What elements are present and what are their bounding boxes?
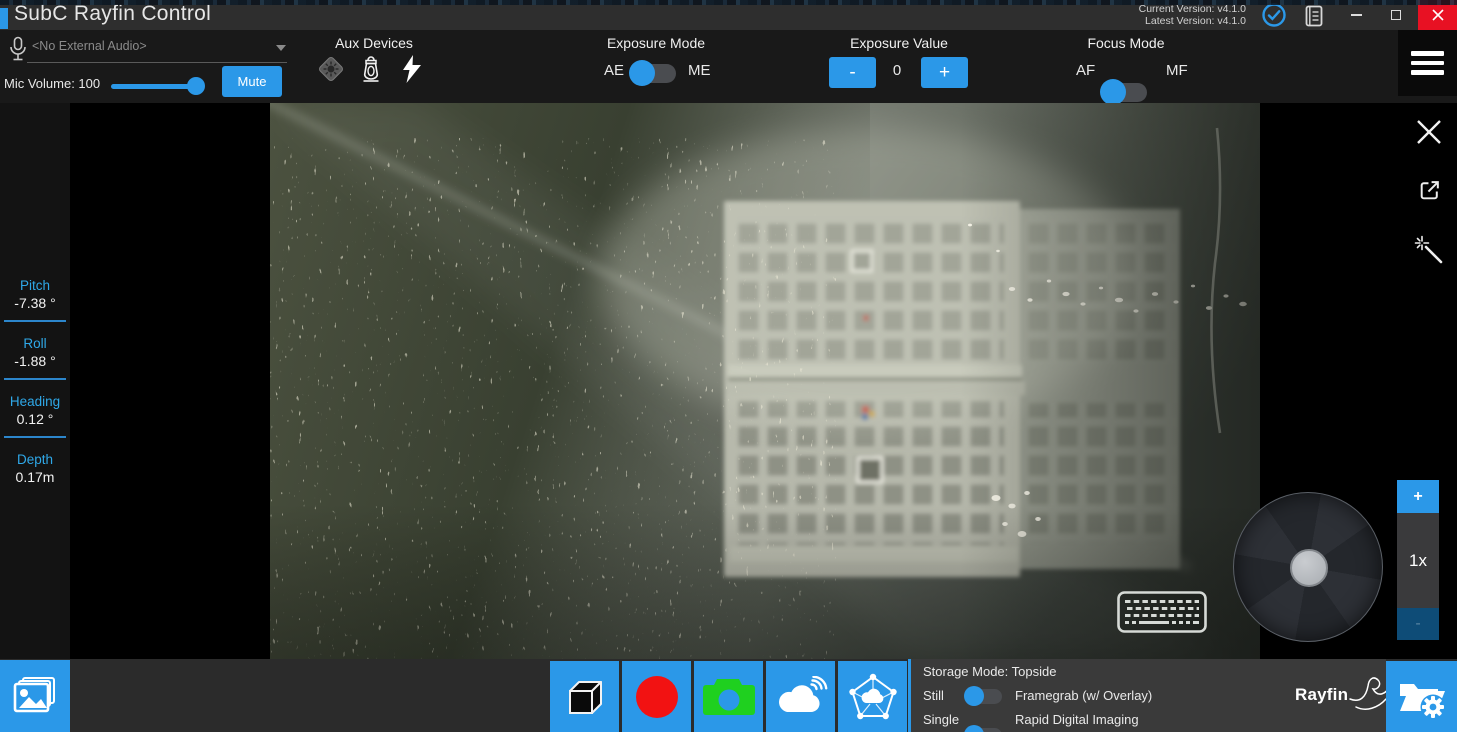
update-check-icon[interactable]	[1261, 2, 1287, 28]
exposure-increase-button[interactable]: +	[921, 57, 968, 88]
depth-label: Depth	[0, 452, 70, 467]
virtual-keyboard-button[interactable]	[1113, 588, 1210, 635]
chevron-down-icon[interactable]	[276, 45, 286, 51]
toolbar: <No External Audio> Mic Volume: 100 Mute…	[0, 30, 1457, 103]
capture-still-button[interactable]	[694, 661, 763, 732]
magic-wand-icon	[1414, 235, 1444, 265]
cloud-signal-icon	[774, 676, 828, 718]
gallery-icon	[12, 675, 58, 717]
hamburger-icon	[1411, 51, 1444, 56]
audio-source-dropdown[interactable]: <No External Audio>	[32, 39, 147, 53]
still-mode-option: Framegrab (w/ Overlay)	[1015, 688, 1152, 703]
focus-mode-toggle[interactable]	[1103, 83, 1147, 102]
toggle-thumb	[964, 686, 984, 706]
exposure-mode-left-option: AE	[604, 62, 624, 79]
close-icon	[1415, 118, 1443, 146]
brand-accent-bar	[0, 8, 8, 29]
storage-mode-label: Storage Mode: Topside	[923, 664, 1056, 679]
rayfin-logo-text: Rayfin	[1295, 685, 1348, 705]
camera-video-feed	[270, 103, 1260, 659]
zoom-in-button[interactable]: +	[1397, 480, 1439, 513]
cloud-stream-button[interactable]	[766, 661, 835, 732]
toggle-thumb	[1100, 79, 1126, 105]
close-icon	[1432, 9, 1444, 21]
record-icon	[636, 676, 678, 718]
latest-version: Latest Version: v4.1.0	[1130, 15, 1246, 27]
3d-model-button[interactable]	[550, 661, 619, 732]
storage-settings-panel: Storage Mode: Topside Still Framegrab (w…	[908, 659, 1386, 732]
media-gallery-button[interactable]	[0, 660, 70, 732]
app-title: SubC Rayfin Control	[14, 2, 211, 26]
folder-gear-icon	[1397, 674, 1447, 720]
divider	[4, 320, 66, 322]
popout-view-button[interactable]	[1412, 173, 1446, 207]
laser-icon[interactable]	[316, 54, 346, 84]
mic-volume-label: Mic Volume: 100	[4, 76, 100, 91]
exposure-value: 0	[884, 62, 910, 79]
strobe-icon[interactable]	[400, 54, 424, 84]
bottom-bar: Storage Mode: Topside Still Framegrab (w…	[0, 659, 1457, 732]
top-video-noise-strip	[0, 0, 1457, 5]
pitch-value: -7.38 °	[0, 295, 70, 311]
divider	[4, 378, 66, 380]
toggle-thumb	[964, 725, 984, 732]
exposure-value-label: Exposure Value	[839, 35, 959, 51]
still-mode-label: Still	[923, 688, 944, 703]
rayfin-control-window: SubC Rayfin Control Current Version: v4.…	[0, 0, 1457, 732]
focus-mode-label: Focus Mode	[1066, 35, 1186, 51]
camera-icon	[701, 676, 757, 718]
dropdown-underline	[27, 62, 287, 63]
zoom-out-button[interactable]: -	[1397, 608, 1439, 640]
aux-devices-label: Aux Devices	[318, 35, 430, 51]
exposure-mode-toggle[interactable]	[632, 64, 676, 83]
maximize-icon	[1391, 10, 1401, 20]
still-mode-toggle[interactable]	[966, 689, 1002, 704]
video-region: + 1x -	[70, 103, 1457, 659]
depth-value: 0.17m	[0, 469, 70, 485]
focus-mode-left-option: AF	[1076, 62, 1095, 79]
version-info: Current Version: v4.1.0 Latest Version: …	[1130, 3, 1246, 27]
single-mode-label: Single	[923, 712, 959, 727]
keyboard-icon	[1117, 591, 1207, 633]
release-notes-icon[interactable]	[1303, 4, 1325, 28]
focus-mode-right-option: MF	[1166, 62, 1188, 79]
zoom-level: 1x	[1397, 513, 1439, 608]
pentagon-network-icon	[848, 673, 898, 721]
rayfin-logo: Rayfin	[1295, 673, 1392, 717]
microphone-icon	[8, 36, 28, 68]
minimize-icon	[1351, 14, 1362, 16]
zoom-control: + 1x -	[1397, 480, 1439, 640]
close-overlay-button[interactable]	[1410, 113, 1448, 151]
mic-volume-slider[interactable]	[111, 78, 207, 94]
title-bar: SubC Rayfin Control Current Version: v4.…	[0, 0, 1457, 30]
exposure-mode-right-option: ME	[688, 62, 711, 79]
pitch-label: Pitch	[0, 278, 70, 293]
joystick-knob[interactable]	[1290, 549, 1328, 587]
pan-tilt-joystick[interactable]	[1233, 492, 1383, 642]
roll-value: -1.88 °	[0, 353, 70, 369]
exposure-decrease-button[interactable]: -	[829, 57, 876, 88]
enhance-button[interactable]	[1410, 231, 1448, 269]
toggle-thumb	[629, 60, 655, 86]
heading-label: Heading	[0, 394, 70, 409]
mute-button[interactable]: Mute	[222, 66, 282, 97]
cube-icon	[565, 677, 605, 717]
file-manager-button[interactable]	[1386, 661, 1457, 732]
telemetry-sidebar: Pitch -7.38 ° Roll -1.88 ° Heading 0.12 …	[0, 103, 70, 659]
menu-button[interactable]	[1398, 30, 1457, 96]
external-link-icon	[1417, 178, 1442, 203]
network-imaging-button[interactable]	[838, 661, 907, 732]
single-mode-toggle[interactable]	[966, 728, 1002, 732]
heading-value: 0.12 °	[0, 411, 70, 427]
single-mode-option: Rapid Digital Imaging	[1015, 712, 1139, 727]
lamp-icon[interactable]	[359, 54, 383, 84]
roll-label: Roll	[0, 336, 70, 351]
exposure-mode-label: Exposure Mode	[596, 35, 716, 51]
record-video-button[interactable]	[622, 661, 691, 732]
divider	[4, 436, 66, 438]
slider-thumb[interactable]	[187, 77, 205, 95]
